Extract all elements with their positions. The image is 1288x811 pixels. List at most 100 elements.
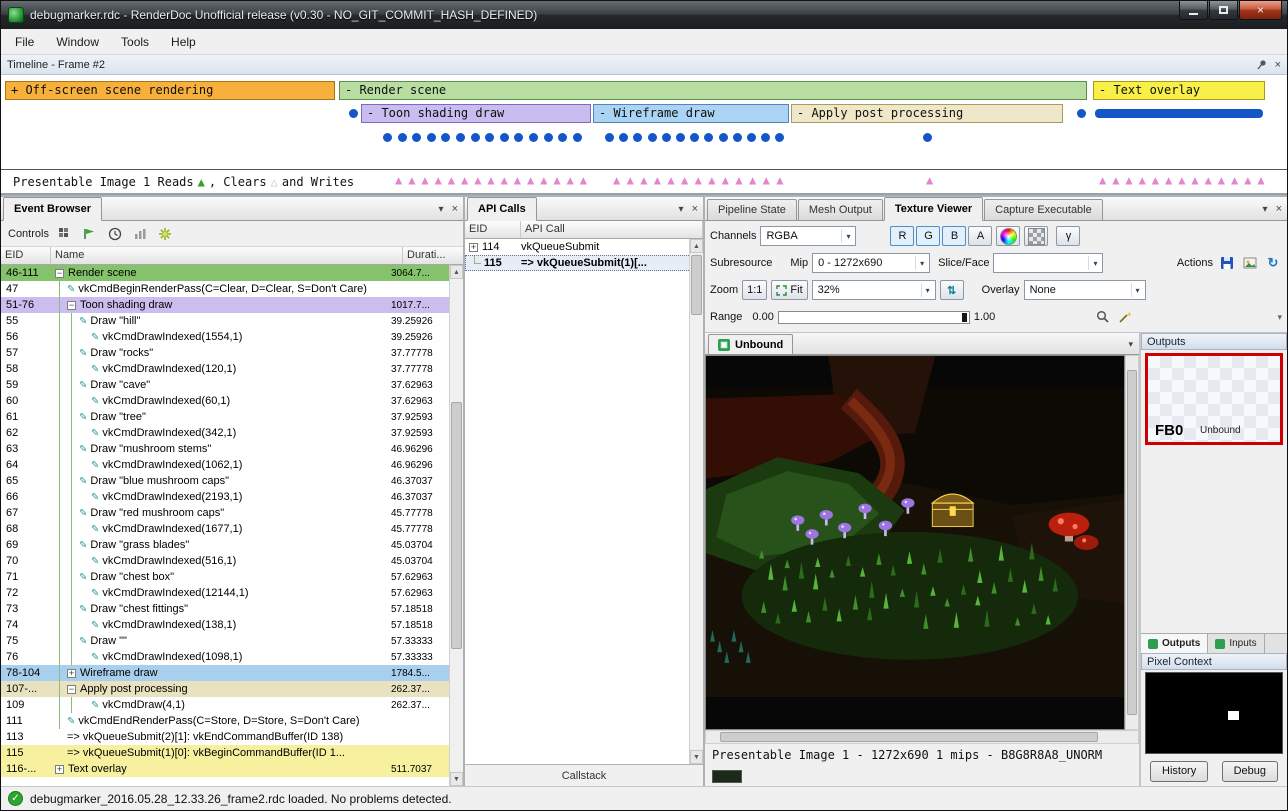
event-row[interactable]: 78-104+Wireframe draw1784.5... [1,665,449,681]
event-row[interactable]: 109✎vkCmdDraw(4,1)262.37... [1,697,449,713]
event-row[interactable]: 70✎vkCmdDrawIndexed(516,1)45.03704 [1,553,449,569]
write-triangle-icon[interactable]: ▲ [421,174,428,186]
slice-face-select[interactable]: ▾ [993,253,1103,273]
overlay-select[interactable]: None▾ [1024,280,1146,300]
pixel-context-view[interactable] [1145,672,1283,754]
alpha-checker-button[interactable] [1024,226,1048,246]
texture-horizontal-scrollbar[interactable] [705,730,1139,744]
write-triangle-icon[interactable]: ▲ [1178,174,1185,186]
write-triangle-icon[interactable]: ▲ [926,174,933,186]
zoom-level-combo[interactable]: 32%▾ [812,280,936,300]
close-timeline-icon[interactable]: × [1275,59,1281,71]
fit-button[interactable]: Fit [771,280,807,300]
range-thumb[interactable] [962,313,967,322]
stats-icon[interactable] [131,225,149,243]
write-triangle-icon[interactable]: ▲ [776,174,783,186]
maximize-button[interactable] [1209,1,1238,20]
autofit-wand-icon[interactable] [1116,308,1134,326]
event-row[interactable]: 68✎vkCmdDrawIndexed(1677,1)45.77778 [1,521,449,537]
write-triangle-icon[interactable]: ▲ [487,174,494,186]
collapse-icon[interactable]: − [67,301,76,310]
event-row[interactable]: 58✎vkCmdDrawIndexed(120,1)37.77778 [1,361,449,377]
pin-icon[interactable] [1256,59,1267,70]
tab-pipeline-state[interactable]: Pipeline State [707,199,797,220]
scroll-up-icon[interactable]: ▲ [450,265,463,279]
expand-icon[interactable]: + [469,243,478,252]
event-row[interactable]: 115=> vkQueueSubmit(1)[0]: vkBeginComman… [1,745,449,761]
write-triangle-icon[interactable]: ▲ [1218,174,1225,186]
timeline-event-dot[interactable] [923,133,932,142]
write-triangle-icon[interactable]: ▲ [681,174,688,186]
dock-menu-icon[interactable]: ▾ [1263,204,1268,215]
event-row[interactable]: 46-111−Render scene3064.7... [1,265,449,281]
write-triangle-icon[interactable]: ▲ [395,174,402,186]
timeline-event-dot[interactable] [529,133,538,142]
event-row[interactable]: 116-...+Text overlay511.7037 [1,761,449,777]
tab-inputs[interactable]: Inputs [1208,634,1264,653]
write-triangle-icon[interactable]: ▲ [540,174,547,186]
event-row[interactable]: 107-...−Apply post processing262.37... [1,681,449,697]
event-row[interactable]: 74✎vkCmdDrawIndexed(138,1)57.18518 [1,617,449,633]
event-row[interactable]: 56✎vkCmdDrawIndexed(1554,1)39.25926 [1,329,449,345]
write-triangle-icon[interactable]: ▲ [1205,174,1212,186]
api-call-row[interactable]: +114vkQueueSubmit [465,239,703,255]
save-texture-icon[interactable] [1218,254,1236,272]
close-panel-icon[interactable]: × [452,203,458,215]
column-eid[interactable]: EID [1,247,51,264]
timeline-event-dot[interactable] [719,133,728,142]
timeline-event-dot[interactable] [619,133,628,142]
timeline-event-dot[interactable] [544,133,553,142]
timeline-track[interactable]: + Off-screen scene rendering- Render sce… [1,75,1287,169]
write-triangle-icon[interactable]: ▲ [749,174,756,186]
write-triangle-icon[interactable]: ▲ [735,174,742,186]
timeline-event-dot[interactable] [747,133,756,142]
write-triangle-icon[interactable]: ▲ [1112,174,1119,186]
collapse-icon[interactable]: − [55,269,64,278]
collapse-icon[interactable]: − [67,685,76,694]
write-triangle-icon[interactable]: ▲ [722,174,729,186]
timeline-event-dot[interactable] [648,133,657,142]
tab-event-browser[interactable]: Event Browser [3,197,102,221]
jump-to-eid-icon[interactable] [81,225,99,243]
mip-select[interactable]: 0 - 1272x690▾ [812,253,930,273]
dock-menu-icon[interactable]: ▾ [679,204,684,215]
column-api-call[interactable]: API Call [521,221,703,238]
event-row[interactable]: 76✎vkCmdDrawIndexed(1098,1)57.33333 [1,649,449,665]
tab-unbound-texture[interactable]: ▣ Unbound [708,334,793,354]
write-triangle-icon[interactable]: ▲ [567,174,574,186]
scroll-down-icon[interactable]: ▼ [690,750,703,764]
channel-r-button[interactable]: R [890,226,914,246]
tab-texture-viewer[interactable]: Texture Viewer [884,197,983,221]
custom-shader-wheel-button[interactable] [996,226,1020,246]
menu-window[interactable]: Window [45,31,110,53]
dock-menu-icon[interactable]: ▾ [439,204,444,215]
write-triangle-icon[interactable]: ▲ [640,174,647,186]
event-row[interactable]: 65✎Draw "blue mushroom caps"46.37037 [1,473,449,489]
range-slider[interactable] [778,311,970,324]
write-triangle-icon[interactable]: ▲ [527,174,534,186]
timeline-marker[interactable]: + Off-screen scene rendering [5,81,335,100]
timeline-event-dot[interactable] [500,133,509,142]
event-row[interactable]: 66✎vkCmdDrawIndexed(2193,1)46.37037 [1,489,449,505]
gamma-button[interactable]: γ [1056,226,1080,246]
event-row[interactable]: 75✎Draw ""57.33333 [1,633,449,649]
timeline-event-dot[interactable] [514,133,523,142]
write-triangle-icon[interactable]: ▲ [763,174,770,186]
settings-star-icon[interactable] [156,225,174,243]
write-triangle-icon[interactable]: ▲ [1165,174,1172,186]
event-row[interactable]: 61✎Draw "tree"37.92593 [1,409,449,425]
scroll-thumb[interactable] [1127,370,1137,715]
write-triangle-icon[interactable]: ▲ [553,174,560,186]
write-triangle-icon[interactable]: ▲ [708,174,715,186]
column-eid[interactable]: EID [465,221,521,238]
timeline-marker[interactable]: - Toon shading draw [361,104,591,123]
timeline-event-dot[interactable] [733,133,742,142]
write-triangle-icon[interactable]: ▲ [448,174,455,186]
timeline-event-dot[interactable] [1077,109,1086,118]
tab-api-calls[interactable]: API Calls [467,197,537,221]
timeline-event-dot[interactable] [558,133,567,142]
texture-image[interactable] [705,355,1125,730]
event-row[interactable]: 113=> vkQueueSubmit(2)[1]: vkEndCommandB… [1,729,449,745]
timeline-event-dot[interactable] [349,109,358,118]
timeline-event-dot[interactable] [690,133,699,142]
